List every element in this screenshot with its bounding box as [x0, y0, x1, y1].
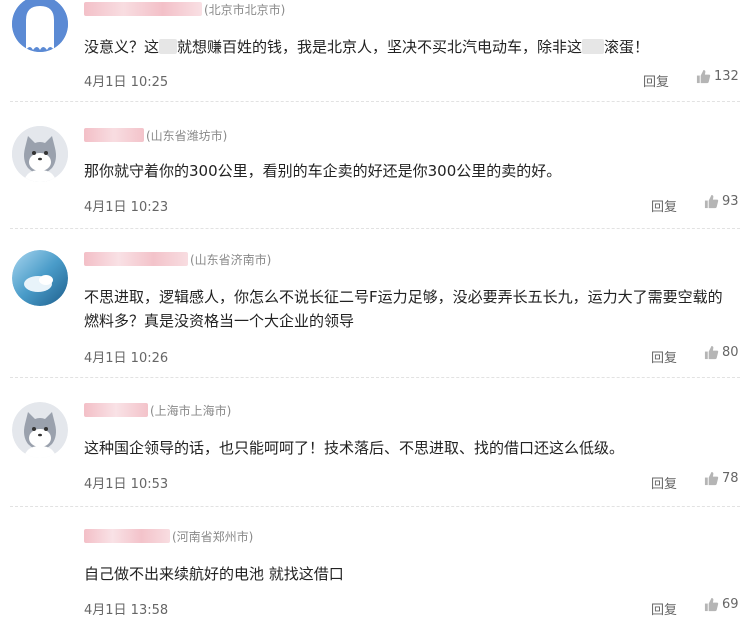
user-avatar[interactable] [12, 126, 68, 182]
comment-item: (山东省潍坊市) 那你就守着你的300公里，看别的车企卖的好还是你300公里的卖… [0, 104, 750, 230]
user-avatar[interactable] [12, 402, 68, 458]
username-blurred[interactable] [84, 128, 144, 142]
like-button[interactable]: 78 [704, 471, 739, 486]
username-blurred[interactable] [84, 529, 170, 543]
comment-time: 4月1日 10:26 [84, 351, 169, 366]
comment-list: (北京市北京市) 没意义？这 就想赚百姓的钱，我是北京人，坚决不买北汽电动车，除非… [0, 0, 750, 624]
like-button[interactable]: 132 [696, 69, 739, 84]
reply-button[interactable]: 回复 [643, 71, 669, 90]
user-avatar[interactable] [12, 0, 68, 52]
cat-avatar-icon [12, 402, 68, 458]
thumbs-up-icon [704, 345, 719, 360]
thumbs-up-icon [696, 69, 711, 84]
thumbs-up-icon [704, 194, 719, 209]
comment-text: 没意义？这 就想赚百姓的钱，我是北京人，坚决不买北汽电动车，除非这 滚蛋！ [84, 35, 724, 59]
comment-time: 4月1日 10:25 [84, 75, 169, 90]
comment-text-part: 就想赚百姓的钱，我是北京人，坚决不买北汽电动车，除非这 [177, 38, 583, 56]
comment-meta: (北京市北京市) [84, 0, 285, 18]
comment-meta: (山东省潍坊市) [84, 126, 227, 144]
comment-text: 自己做不出来续航好的电池 就找这借口 [84, 565, 344, 583]
like-button[interactable]: 80 [704, 345, 739, 360]
like-count: 93 [722, 194, 739, 209]
username-blurred[interactable] [84, 403, 148, 417]
like-button[interactable]: 93 [704, 194, 739, 209]
like-count: 132 [714, 69, 739, 84]
comment-divider [10, 228, 740, 229]
like-count: 78 [722, 471, 739, 486]
comment-text-part: 滚蛋！ [604, 38, 650, 56]
user-location: (河南省郑州市) [172, 529, 254, 544]
comment-item: (山东省济南市) 不思进取，逻辑感人，你怎么不说长征二号F运力足够，没必要弄长五… [0, 230, 750, 378]
reply-button[interactable]: 回复 [651, 196, 677, 215]
comment-item: (上海市上海市) 这种国企领导的话，也只能呵呵了！技术落后、不思进取、找的借口还… [0, 378, 750, 504]
comment-text: 这种国企领导的话，也只能呵呵了！技术落后、不思进取、找的借口还这么低级。 [84, 439, 625, 457]
user-location: (上海市上海市) [150, 403, 232, 418]
comment-text-part: 没意义？这 [84, 38, 160, 56]
comment-meta: (上海市上海市) [84, 401, 231, 419]
comment-time: 4月1日 13:58 [84, 603, 169, 618]
comment-meta: (山东省济南市) [84, 250, 271, 268]
photo-avatar-icon [12, 250, 68, 306]
user-location: (山东省济南市) [190, 252, 272, 267]
comment-text: 那你就守着你的300公里，看别的车企卖的好还是你300公里的卖的好。 [84, 162, 562, 180]
username-blurred[interactable] [84, 252, 188, 266]
username-blurred[interactable] [84, 2, 202, 16]
ghost-avatar-icon [12, 0, 68, 52]
comment-item: (北京市北京市) 没意义？这 就想赚百姓的钱，我是北京人，坚决不买北汽电动车，除非… [0, 0, 750, 104]
like-count: 80 [722, 345, 739, 360]
comment-meta: (河南省郑州市) [84, 527, 253, 545]
like-button[interactable]: 69 [704, 597, 739, 612]
user-location: (山东省潍坊市) [146, 128, 228, 143]
reply-button[interactable]: 回复 [651, 599, 677, 618]
reply-button[interactable]: 回复 [651, 473, 677, 492]
comment-time: 4月1日 10:53 [84, 477, 169, 492]
like-count: 69 [722, 597, 739, 612]
user-avatar[interactable] [12, 250, 68, 306]
reply-button[interactable]: 回复 [651, 347, 677, 366]
comment-divider [10, 101, 740, 102]
user-location: (北京市北京市) [204, 2, 286, 17]
thumbs-up-icon [704, 471, 719, 486]
thumbs-up-icon [704, 597, 719, 612]
censored-blur [582, 39, 605, 54]
cat-avatar-icon [12, 126, 68, 182]
censored-blur [159, 39, 178, 54]
comment-item: (河南省郑州市) 自己做不出来续航好的电池 就找这借口 4月1日 13:58 回… [0, 507, 750, 624]
comment-text: 不思进取，逻辑感人，你怎么不说长征二号F运力足够，没必要弄长五长九，运力大了需要… [84, 288, 723, 330]
comment-time: 4月1日 10:23 [84, 200, 169, 215]
